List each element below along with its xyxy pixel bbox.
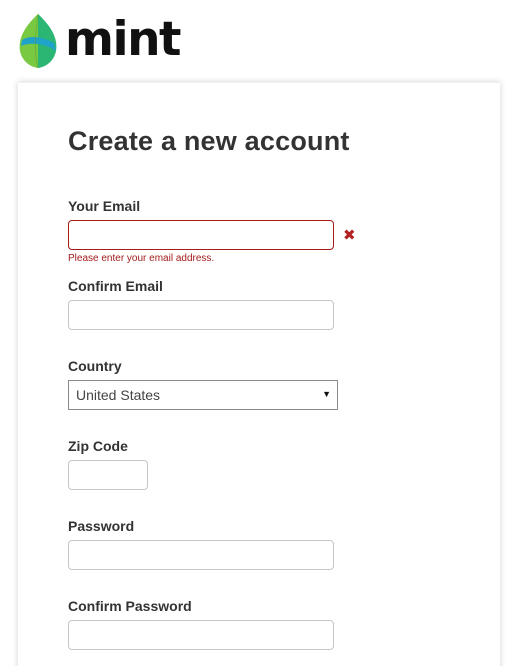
mint-logo[interactable]: mint — [18, 11, 182, 70]
confirm-password-field[interactable] — [68, 620, 334, 650]
signup-card: Create a new account Your Email ✖ Please… — [18, 82, 500, 666]
page-title: Create a new account — [68, 126, 350, 156]
country-label: Country — [68, 358, 122, 374]
country-select[interactable]: United States ▼ — [68, 380, 338, 410]
zip-code-label: Zip Code — [68, 438, 128, 454]
confirm-email-field[interactable] — [68, 300, 334, 330]
confirm-password-label: Confirm Password — [68, 598, 192, 614]
dropdown-arrow-icon: ▼ — [322, 389, 331, 399]
leaf-icon — [19, 13, 57, 69]
email-label: Your Email — [68, 198, 141, 214]
zip-code-field[interactable] — [68, 460, 148, 490]
email-error-message: Please enter your email address. — [68, 253, 215, 264]
error-x-icon: ✖ — [343, 227, 356, 244]
password-label: Password — [68, 518, 135, 534]
signup-page: mint Create a new account Your Email ✖ P… — [0, 0, 524, 666]
email-field[interactable] — [68, 220, 334, 250]
password-field[interactable] — [68, 540, 334, 570]
logo-wordmark: mint — [65, 11, 182, 67]
confirm-email-label: Confirm Email — [68, 278, 163, 294]
country-selected-value: United States — [76, 387, 161, 403]
